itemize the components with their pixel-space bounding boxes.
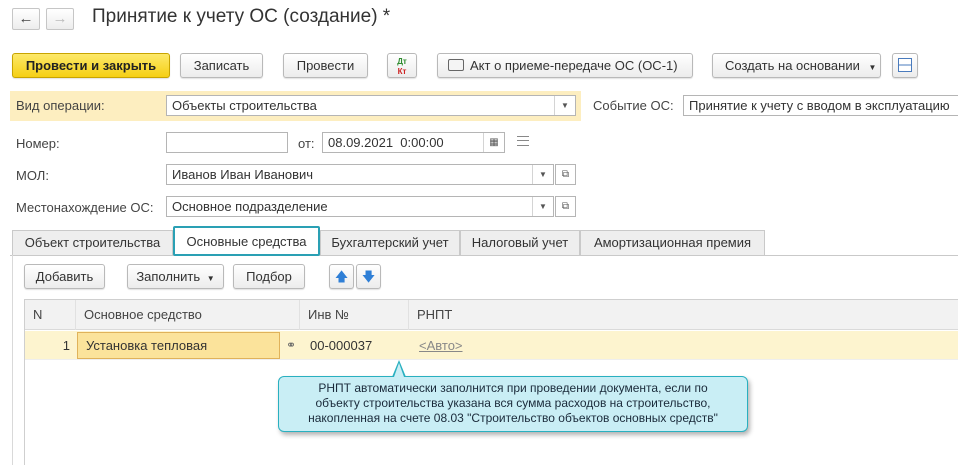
tab-fixed-assets[interactable]: Основные средства (173, 226, 320, 256)
tooltip-line-3: накопленная на счете 08.03 "Строительств… (308, 411, 718, 425)
mol-label: МОЛ: (16, 168, 49, 183)
column-rnpt[interactable]: РНПТ (409, 300, 958, 330)
tooltip-callout: РНПТ автоматически заполнится при провед… (278, 376, 748, 432)
date-input[interactable]: 08.09.2021 0:00:00 ▦ (322, 132, 505, 153)
window-title: Принятие к учету ОС (создание) * (92, 6, 391, 27)
tab-depreciation-bonus[interactable]: Амортизационная премия (580, 230, 765, 255)
date-label: от: (298, 136, 315, 151)
structure-icon (898, 58, 912, 72)
column-inv[interactable]: Инв № (300, 300, 409, 330)
print-act-button[interactable]: Акт о приеме-передаче ОС (ОС-1) (437, 53, 693, 78)
inv-number: 00-000037 (310, 338, 373, 353)
operation-label: Вид операции: (16, 98, 105, 113)
chevron-down-icon[interactable]: ▼ (532, 197, 553, 216)
link-icon[interactable]: ⚭ (286, 338, 296, 352)
pick-button[interactable]: Подбор (233, 264, 305, 289)
mol-select[interactable]: Иванов Иван Иванович ▼ (166, 164, 554, 185)
create-based-on-button[interactable]: Создать на основании ▼ (712, 53, 881, 78)
back-button[interactable]: ← (12, 8, 40, 30)
number-input[interactable] (166, 132, 288, 153)
arrow-right-icon: → (52, 10, 68, 27)
asset-cell-input[interactable]: Установка тепловая (77, 332, 280, 359)
tab-tax-accounting[interactable]: Налоговый учет (460, 230, 580, 255)
save-button[interactable]: Записать (180, 53, 263, 78)
add-button[interactable]: Добавить (24, 264, 105, 289)
open-location-button[interactable]: ⧉ (555, 196, 576, 217)
open-mol-button[interactable]: ⧉ (555, 164, 576, 185)
location-select[interactable]: Основное подразделение ▼ (166, 196, 554, 217)
fill-button[interactable]: Заполнить ▼ (127, 264, 224, 289)
location-label: Местонахождение ОС: (16, 200, 154, 215)
tooltip-pointer-fill (394, 363, 404, 377)
move-down-button[interactable]: 🡇 (356, 264, 381, 289)
tooltip-line-1: РНПТ автоматически заполнится при провед… (318, 381, 708, 395)
open-icon: ⧉ (561, 201, 570, 212)
event-label: Событие ОС: (593, 98, 674, 113)
number-label: Номер: (16, 136, 60, 151)
column-asset[interactable]: Основное средство (76, 300, 300, 330)
rnpt-auto-link[interactable]: <Авто> (419, 338, 463, 353)
arrow-left-icon: ← (18, 10, 34, 27)
chevron-down-icon: ▼ (206, 274, 215, 283)
chevron-down-icon: ▼ (868, 63, 877, 72)
calendar-icon[interactable]: ▦ (483, 133, 504, 152)
dt-kt-button[interactable]: Дт Кт (387, 53, 417, 78)
tab-accounting[interactable]: Бухгалтерский учет (320, 230, 460, 255)
structure-button[interactable] (892, 53, 918, 78)
operation-select[interactable]: Объекты строительства ▼ (166, 95, 576, 116)
tooltip-line-2: объекту строительства указана вся сумма … (315, 396, 711, 410)
open-icon: ⧉ (561, 169, 570, 180)
arrow-up-icon: 🡅 (334, 269, 349, 284)
row-number: 1 (62, 338, 70, 353)
chevron-down-icon[interactable]: ▼ (532, 165, 553, 184)
event-select[interactable]: Принятие к учету с вводом в эксплуатацию (683, 95, 958, 116)
move-up-button[interactable]: 🡅 (329, 264, 354, 289)
dt-kt-icon: Дт Кт (397, 57, 407, 76)
post-button[interactable]: Провести (283, 53, 368, 78)
forward-button[interactable]: → (46, 8, 74, 30)
column-n[interactable]: N (25, 300, 76, 330)
comment-icon[interactable] (517, 136, 529, 146)
chevron-down-icon[interactable]: ▼ (554, 96, 575, 115)
post-and-close-button[interactable]: Провести и закрыть (12, 53, 170, 78)
printer-icon (448, 59, 464, 71)
arrow-down-icon: 🡇 (361, 269, 376, 284)
tab-construction-object[interactable]: Объект строительства (12, 230, 173, 255)
